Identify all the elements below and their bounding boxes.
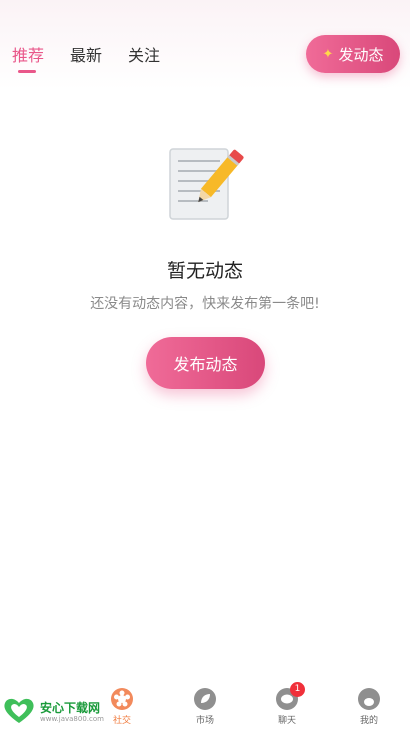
post-update-label: 发动态 [338,45,384,64]
sparkle-icon: ✦ [322,46,334,62]
nav-item-profile[interactable]: 我的 [339,688,399,726]
social-icon [111,688,133,710]
watermark-logo: 安心下载网 www.java800.com [2,695,112,727]
tab-latest[interactable]: 最新 [70,42,102,66]
empty-state-subtitle: 还没有动态内容，快来发布第一条吧! [90,296,320,312]
nav-item-chat[interactable]: 1 聊天 [257,682,317,726]
nav-item-market[interactable]: 市场 [175,688,235,726]
tab-recommended[interactable]: 推荐 [12,42,45,73]
profile-icon [358,688,380,710]
empty-state-title: 暂无动态 [166,260,243,282]
leaf-icon [194,688,216,710]
feed-tabs: 推荐 最新 关注 [12,42,186,73]
nav-label: 市场 [195,716,214,726]
publish-update-button[interactable]: 发布动态 [146,337,265,389]
publish-update-label: 发布动态 [173,355,238,374]
chat-icon: 1 [276,682,305,710]
tab-following[interactable]: 关注 [128,42,160,66]
tab-label: 关注 [128,46,161,65]
notepad-pencil-icon [169,148,244,220]
tab-active-indicator [18,70,36,73]
post-update-button[interactable]: ✦ 发动态 [306,35,400,73]
nav-label: 聊天 [277,716,296,726]
heart-logo-icon [4,698,34,723]
watermark-url: www.java800.com [40,715,104,723]
unread-badge: 1 [290,682,305,697]
tab-label: 推荐 [12,46,45,65]
nav-label: 我的 [359,716,378,726]
watermark-name: 安心下载网 [40,701,101,715]
tab-label: 最新 [70,46,103,65]
